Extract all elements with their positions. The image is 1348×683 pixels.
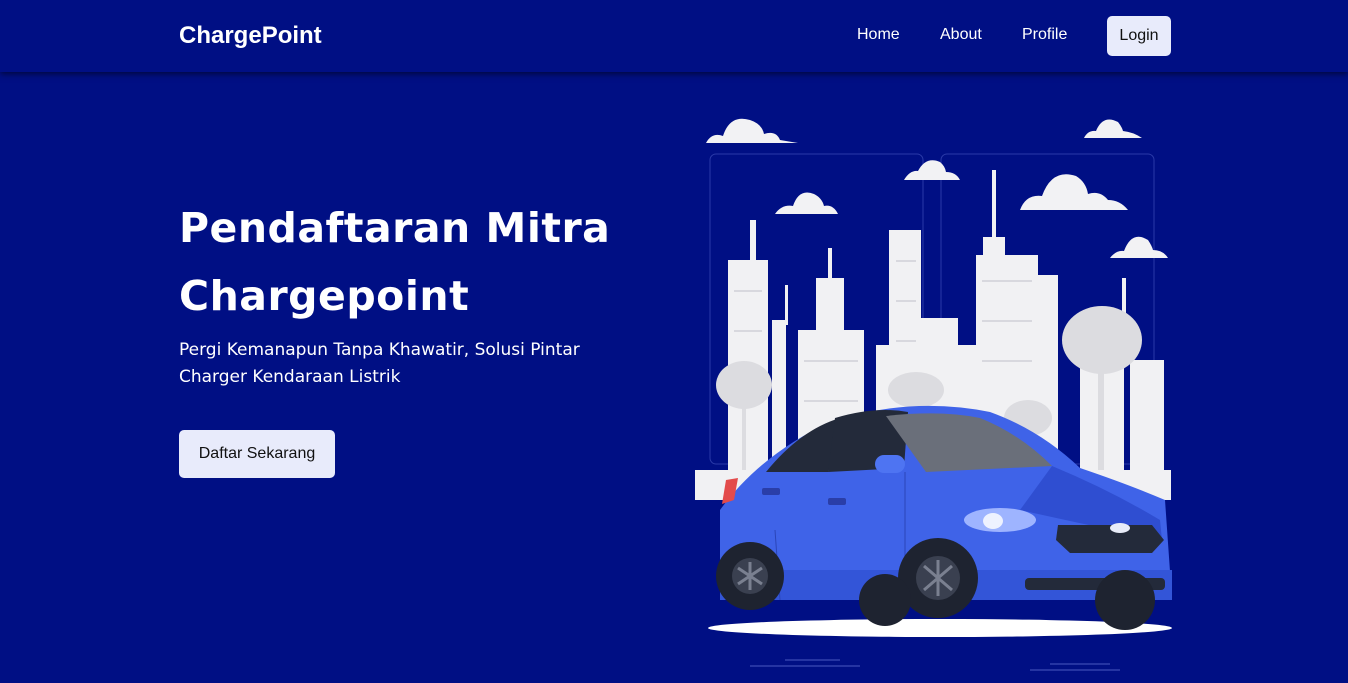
navbar: ChargePoint Home About Profile Login (0, 0, 1348, 72)
nav-link-profile[interactable]: Profile (1022, 26, 1067, 44)
register-now-button[interactable]: Daftar Sekarang (179, 430, 335, 478)
hero-title: Pendaftaran Mitra Chargepoint (179, 204, 611, 320)
brand-logo[interactable]: ChargePoint (179, 22, 322, 50)
city-car-illustration (695, 118, 1172, 671)
hero-subtitle: Pergi Kemanapun Tanpa Khawatir, Solusi P… (179, 340, 580, 387)
nav-link-home[interactable]: Home (857, 26, 900, 44)
login-button[interactable]: Login (1107, 16, 1171, 56)
nav-link-about[interactable]: About (940, 26, 982, 44)
cloud-icon (706, 118, 1168, 258)
